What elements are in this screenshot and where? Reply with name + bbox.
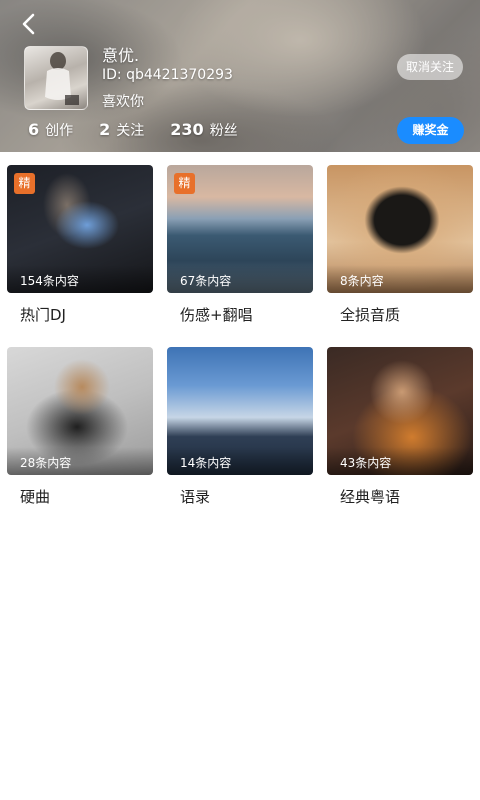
playlist-title: 硬曲 <box>20 488 51 506</box>
item-count: 154条内容 <box>20 274 79 288</box>
user-bio: 喜欢你 <box>102 94 144 110</box>
featured-badge: 精 <box>174 173 195 194</box>
playlist-card[interactable]: 精 154条内容 热门DJ <box>7 165 153 335</box>
item-count: 43条内容 <box>340 456 392 470</box>
item-count: 8条内容 <box>340 274 384 288</box>
stat-fans[interactable]: 230 粉丝 <box>170 120 237 140</box>
playlist-cover: 43条内容 <box>327 347 473 475</box>
playlist-cover: 8条内容 <box>327 165 473 293</box>
playlist-cover: 14条内容 <box>167 347 313 475</box>
avatar-image <box>45 52 79 105</box>
playlist-card[interactable]: 精 67条内容 伤感+翻唱 <box>167 165 313 335</box>
playlist-title: 伤感+翻唱 <box>180 306 253 324</box>
stat-works[interactable]: 6 创作 <box>28 120 73 140</box>
stats-bar: 6 创作 2 关注 230 粉丝 <box>28 120 264 144</box>
playlist-cover: 28条内容 <box>7 347 153 475</box>
item-count: 14条内容 <box>180 456 232 470</box>
playlist-title: 全损音质 <box>340 306 401 324</box>
user-id: ID: qb4421370293 <box>102 67 233 83</box>
playlist-title: 经典粤语 <box>340 488 401 506</box>
playlist-cover: 精 154条内容 <box>7 165 153 293</box>
playlist-cover: 精 67条内容 <box>167 165 313 293</box>
playlist-card[interactable]: 43条内容 经典粤语 <box>327 347 473 517</box>
unfollow-button[interactable]: 取消关注 <box>397 54 463 80</box>
stat-fans-count: 230 <box>170 120 204 139</box>
stat-following[interactable]: 2 关注 <box>99 120 144 140</box>
featured-badge: 精 <box>14 173 35 194</box>
playlist-card[interactable]: 28条内容 硬曲 <box>7 347 153 517</box>
stat-following-label: 关注 <box>116 123 145 139</box>
item-count: 67条内容 <box>180 274 232 288</box>
profile-header: 意优. ID: qb4421370293 喜欢你 取消关注 6 创作 2 关注 … <box>0 0 480 152</box>
back-button[interactable] <box>14 10 44 40</box>
chevron-left-icon <box>22 13 35 35</box>
stat-works-label: 创作 <box>45 123 74 139</box>
stat-works-count: 6 <box>28 120 40 139</box>
stat-following-count: 2 <box>99 120 111 139</box>
item-count: 28条内容 <box>20 456 72 470</box>
playlist-title: 热门DJ <box>20 306 66 324</box>
playlist-card[interactable]: 8条内容 全损音质 <box>327 165 473 335</box>
playlist-card[interactable]: 14条内容 语录 <box>167 347 313 517</box>
stat-fans-label: 粉丝 <box>209 123 238 139</box>
earn-bonus-button[interactable]: 赚奖金 <box>397 117 464 144</box>
user-nickname: 意优. <box>102 46 140 65</box>
avatar[interactable] <box>24 46 88 110</box>
playlist-title: 语录 <box>180 488 211 506</box>
